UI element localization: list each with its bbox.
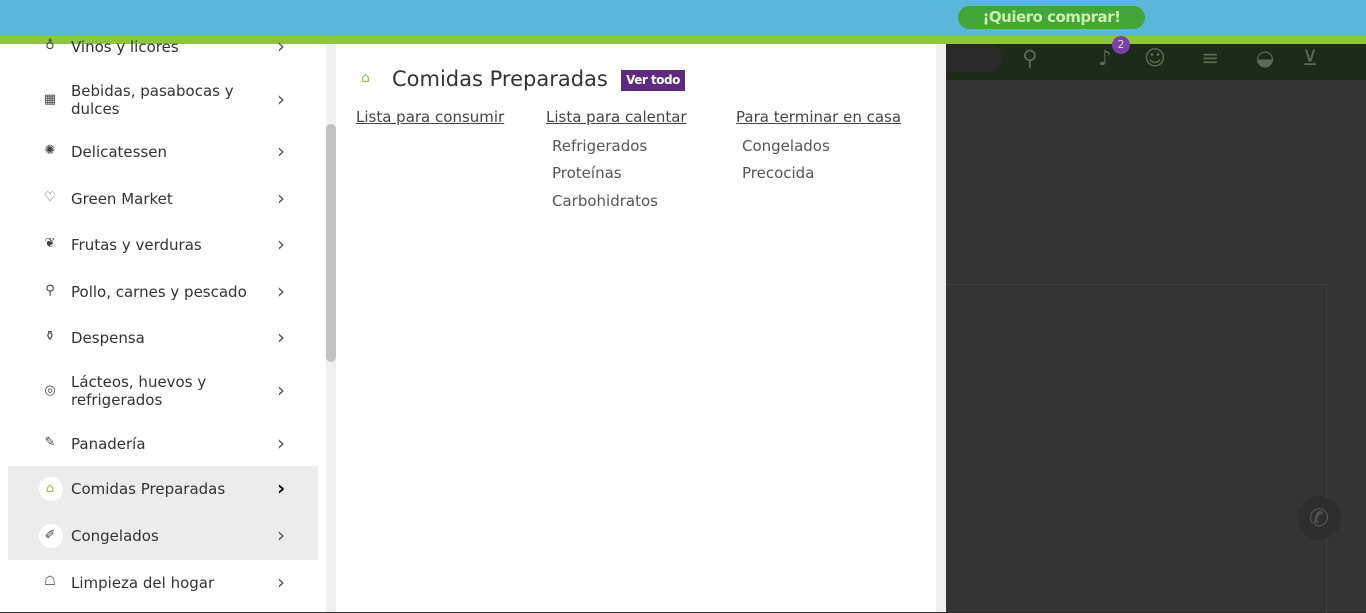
sidebar-item-label: Lácteos, huevos y refrigerados [71,373,207,409]
sidebar-item-despensa[interactable]: ⚱ Despensa › [8,325,318,349]
subcategory-link-refrigerados[interactable]: Refrigerados [552,137,647,155]
chevron-right-icon: › [277,139,285,163]
sidebar-item-label: Congelados [71,527,159,545]
quiero-comprar-button[interactable]: ¡Quiero comprar! [958,6,1145,29]
subcategory-link-proteinas[interactable]: Proteínas [552,164,622,182]
view-all-button[interactable]: Ver todo [621,70,685,91]
chevron-right-icon: › [277,431,285,455]
sidebar-item-pollo[interactable]: ⚲ Pollo, carnes y pescado › [8,279,318,303]
pantry-icon: ⚱ [44,329,56,344]
cookie-icon: ✺ [44,143,56,158]
sidebar-item-label: Despensa [71,329,145,347]
subcategory-heading-lista-para-calentar[interactable]: Lista para calentar [546,108,687,126]
fruit-icon: ❦ [44,236,56,251]
basket-icon[interactable]: ◒ [1250,44,1280,72]
chevron-right-icon: › [277,279,285,303]
basket-icon: ⌂ [361,70,370,86]
chevron-right-icon: › [277,87,285,111]
sidebar-item-label: Green Market [71,190,173,208]
sidebar-item-bebidas[interactable]: ▦ Bebidas, pasabocas y dulces › [8,80,318,120]
heart-icon: ♡ [44,190,56,205]
basket-icon: ⌂ [45,481,55,496]
subcategory-link-congelados[interactable]: Congelados [742,137,830,155]
sidebar-item-delicatessen[interactable]: ✺ Delicatessen › [8,139,318,163]
chevron-right-icon: › [277,476,286,500]
sidebar-item-green-market[interactable]: ♡ Green Market › [8,186,318,210]
top-banner [0,0,1366,36]
chevron-right-icon: › [277,378,285,402]
snacks-icon: ▦ [43,92,57,107]
panel-divider [936,44,946,612]
panel-title: Comidas Preparadas [392,67,608,91]
sidebar-scrollbar-thumb[interactable] [326,124,336,362]
sidebar-item-comidas-preparadas[interactable]: ⌂ Comidas Preparadas › [8,466,318,513]
user-icon[interactable]: ☺ [1140,44,1170,72]
sidebar-item-label: Frutas y verduras [71,236,202,254]
sidebar-item-congelados[interactable]: ✐ Congelados › [8,513,318,560]
sidebar-item-limpieza[interactable]: ☖ Limpieza del hogar › [8,570,318,594]
subcategory-link-precocida[interactable]: Precocida [742,164,814,182]
whatsapp-icon[interactable]: ✆ [1297,496,1341,540]
chevron-right-icon: › [277,325,285,349]
list-add-icon[interactable]: ≡ [1195,44,1225,72]
chevron-right-icon: › [277,232,285,256]
sidebar-item-label: Vinos y licores [71,38,179,56]
sidebar-item-label: Comidas Preparadas [71,480,226,498]
sidebar-item-label: Bebidas, pasabocas y dulces [71,82,234,118]
subcategory-panel [336,44,936,612]
sidebar-item-lacteos[interactable]: ◎ Lácteos, huevos y refrigerados › [8,371,318,411]
search-input[interactable] [946,44,1002,72]
subcategory-heading-lista-para-consumir[interactable]: Lista para consumir [356,108,504,126]
sidebar-item-frutas[interactable]: ❦ Frutas y verduras › [8,232,318,256]
chevron-right-icon: › [277,570,285,594]
cleaning-icon: ☖ [44,574,56,589]
subcategory-link-carbohidratos[interactable]: Carbohidratos [552,192,658,210]
page-content-card [946,284,1327,613]
sidebar-item-label: Panadería [71,435,146,453]
wine-glass-icon: ♁ [45,38,55,53]
sidebar-item-label: Pollo, carnes y pescado [71,283,247,301]
subcategory-heading-para-terminar-en-casa[interactable]: Para terminar en casa [736,108,901,126]
drumstick-icon: ⚲ [45,283,55,298]
sidebar-item-panaderia[interactable]: ✎ Panadería › [8,431,318,455]
chevron-right-icon: › [277,523,285,547]
bread-icon: ✎ [44,435,56,450]
sidebar-item-vinos[interactable]: ♁ Vinos y licores › [8,34,318,58]
search-icon[interactable]: ⚲ [1015,44,1045,72]
egg-icon: ◎ [44,383,56,398]
chevron-right-icon: › [277,186,285,210]
cart-icon[interactable]: ⊻ [1295,44,1325,72]
sidebar-item-label: Delicatessen [71,143,168,161]
sidebar-item-label: Limpieza del hogar [71,574,215,592]
notification-badge: 2 [1112,36,1130,54]
chevron-right-icon: › [277,34,285,58]
frozen-icon: ✐ [44,528,56,543]
